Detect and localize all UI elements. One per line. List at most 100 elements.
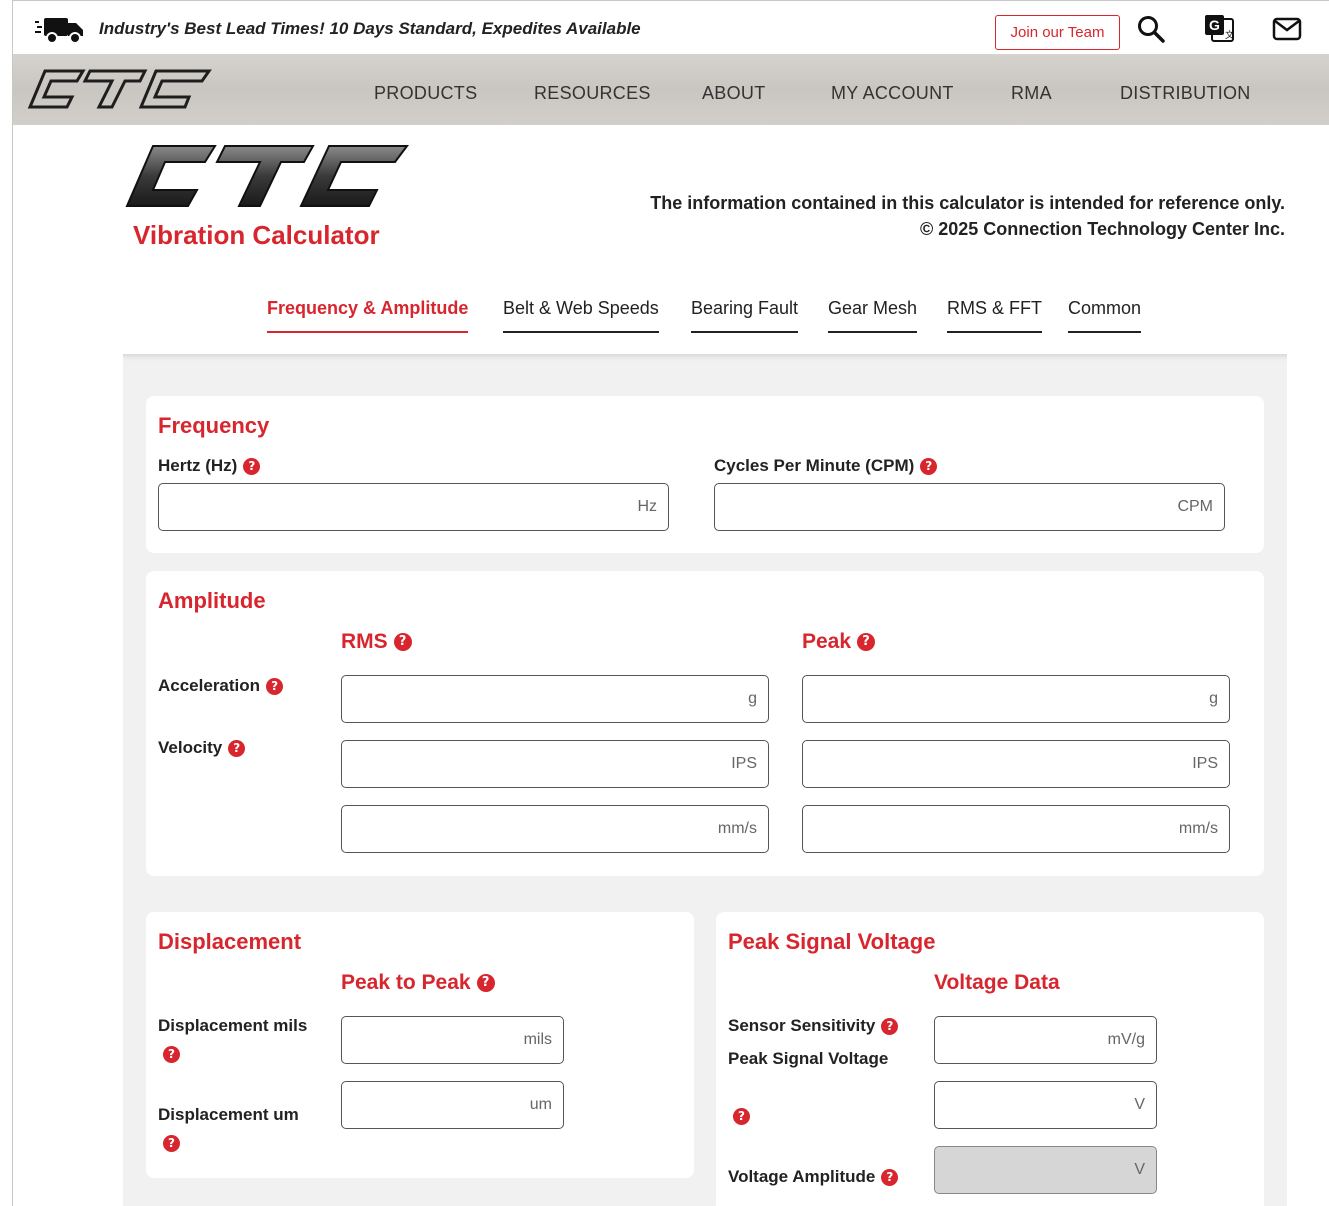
hz-label: Hertz (Hz) ? [158,456,261,476]
rms-acceleration-input[interactable] [342,676,768,722]
voltage-amplitude-output [935,1147,1156,1193]
displacement-title: Displacement [158,929,302,954]
nav-products[interactable]: PRODUCTS [374,83,477,104]
rms-velocity-mms-wrap: mm/s [341,805,769,853]
mvg-unit: mV/g [1107,1031,1145,1048]
peak-signal-voltage-title: Peak Signal Voltage [728,929,936,954]
voltage-data-header: Voltage Data [934,971,1060,994]
frequency-card: Frequency Hertz (Hz) ? Hz Cycles Per Min… [146,396,1264,553]
help-icon[interactable]: ? [393,633,412,651]
promo-banner: Industry's Best Lead Times! 10 Days Stan… [99,19,641,38]
mils-unit: mils [523,1031,552,1048]
nav-my-account[interactable]: MY ACCOUNT [831,83,954,104]
mms-unit: mm/s [1178,820,1218,837]
help-icon[interactable]: ? [881,1017,899,1035]
tab-common[interactable]: Common [1068,298,1142,333]
disclaimer: The information contained in this calcul… [650,190,1285,242]
peak-header: Peak ? [802,630,876,654]
copyright-text: © 2025 Connection Technology Center Inc. [920,219,1285,239]
rms-header-text: RMS [341,630,388,653]
peak-signal-voltage-wrap: V [934,1081,1157,1129]
help-icon[interactable]: ? [163,1046,180,1063]
acceleration-label-text: Acceleration [158,676,261,695]
tab-rms-fft[interactable]: RMS & FFT [947,298,1042,333]
main-nav: PRODUCTS RESOURCES ABOUT MY ACCOUNT RMA … [13,54,1329,125]
mail-icon[interactable] [1271,13,1303,45]
help-icon[interactable]: ? [857,633,876,651]
peak-to-peak-header-text: Peak to Peak [341,971,471,994]
calculator-panel: Frequency Hertz (Hz) ? Hz Cycles Per Min… [123,354,1287,1206]
peak-velocity-mms-input[interactable] [803,806,1229,852]
help-icon[interactable]: ? [476,974,495,992]
peak-signal-voltage-card: Peak Signal Voltage Voltage Data Sensor … [716,912,1264,1206]
truck-icon [35,18,83,44]
mms-unit: mm/s [717,820,757,837]
hz-input[interactable] [159,484,668,530]
frequency-title: Frequency [158,413,270,438]
voltage-amplitude-label: Voltage Amplitude ? [728,1167,899,1187]
voltage-amplitude-label-text: Voltage Amplitude [728,1167,876,1186]
hz-unit: Hz [637,498,657,515]
tab-frequency-amplitude[interactable]: Frequency & Amplitude [267,298,469,333]
velocity-label: Velocity ? [158,738,246,758]
nav-about[interactable]: ABOUT [702,83,766,104]
page-title: Vibration Calculator [133,220,380,250]
help-icon[interactable]: ? [881,1168,899,1186]
displacement-um-wrap: um [341,1081,564,1129]
tab-belt-web-speeds[interactable]: Belt & Web Speeds [503,298,659,333]
rms-velocity-ips-wrap: IPS [341,740,769,788]
g-unit: g [1209,690,1218,707]
peak-signal-voltage-input[interactable] [935,1082,1156,1128]
join-our-team-button[interactable]: Join our Team [995,15,1120,50]
amplitude-card: Amplitude RMS ? Peak ? Acceleration ? g … [146,571,1264,876]
cpm-label: Cycles Per Minute (CPM) ? [714,456,938,476]
cpm-label-text: Cycles Per Minute (CPM) [714,456,915,475]
rms-velocity-ips-input[interactable] [342,741,768,787]
peak-header-text: Peak [802,630,852,653]
displacement-um-label: Displacement um [158,1105,299,1124]
sensor-sensitivity-wrap: mV/g [934,1016,1157,1064]
ips-unit: IPS [731,755,757,772]
disclaimer-text: The information contained in this calcul… [650,193,1285,213]
v-unit: V [1134,1096,1145,1113]
cpm-input[interactable] [715,484,1224,530]
tab-gear-mesh[interactable]: Gear Mesh [828,298,918,333]
hz-input-wrap: Hz [158,483,669,531]
ctc-large-logo-icon [125,145,409,207]
svg-text:文: 文 [1225,29,1234,41]
peak-acceleration-wrap: g [802,675,1230,723]
peak-signal-voltage-label: Peak Signal Voltage [728,1049,889,1068]
ips-unit: IPS [1192,755,1218,772]
ctc-logo-icon[interactable] [27,68,213,110]
nav-distribution[interactable]: DISTRIBUTION [1120,83,1251,104]
peak-velocity-mms-wrap: mm/s [802,805,1230,853]
top-bar: Industry's Best Lead Times! 10 Days Stan… [13,0,1329,54]
voltage-amplitude-wrap: V [934,1146,1157,1194]
help-icon[interactable]: ? [920,457,938,475]
amplitude-title: Amplitude [158,588,266,613]
translate-icon[interactable]: G 文 [1203,13,1235,45]
rms-acceleration-wrap: g [341,675,769,723]
cpm-unit: CPM [1177,498,1213,515]
tab-bearing-fault[interactable]: Bearing Fault [691,298,799,333]
search-icon[interactable] [1135,13,1167,45]
help-icon[interactable]: ? [163,1135,180,1152]
help-icon[interactable]: ? [266,677,284,695]
displacement-card: Displacement Peak to Peak ? Displacement… [146,912,694,1178]
sensor-sensitivity-label: Sensor Sensitivity ? [728,1016,899,1036]
help-icon[interactable]: ? [243,457,261,475]
rms-velocity-mms-input[interactable] [342,806,768,852]
help-icon[interactable]: ? [733,1108,750,1125]
help-icon[interactable]: ? [228,739,246,757]
nav-rma[interactable]: RMA [1011,83,1052,104]
peak-velocity-ips-input[interactable] [803,741,1229,787]
cpm-input-wrap: CPM [714,483,1225,531]
svg-text:G: G [1209,17,1220,33]
page-frame: Industry's Best Lead Times! 10 Days Stan… [12,0,1329,1206]
peak-velocity-ips-wrap: IPS [802,740,1230,788]
peak-to-peak-header: Peak to Peak ? [341,971,495,995]
nav-resources[interactable]: RESOURCES [534,83,651,104]
displacement-mils-wrap: mils [341,1016,564,1064]
peak-acceleration-input[interactable] [803,676,1229,722]
g-unit: g [748,690,757,707]
